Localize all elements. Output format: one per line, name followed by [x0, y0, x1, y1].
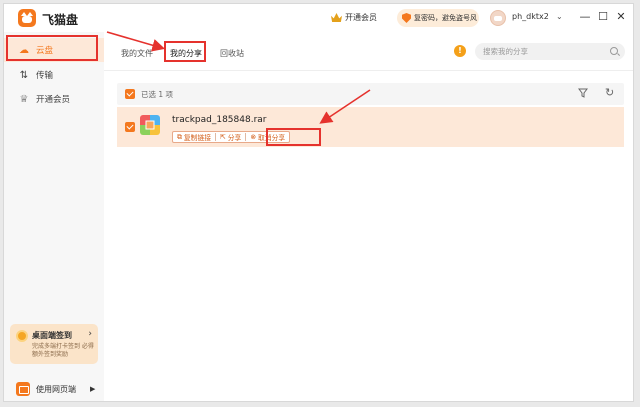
arrow-to-my-shares: [106, 31, 166, 52]
annotation-arrows: [106, 31, 371, 124]
app-window: 飞猫盘 开通会员 复密码，避免盗号风 ph_dktx2 ⌄ — ☐ ✕ ☁ 云盘…: [3, 3, 634, 402]
arrow-to-cancel-share: [319, 89, 371, 124]
